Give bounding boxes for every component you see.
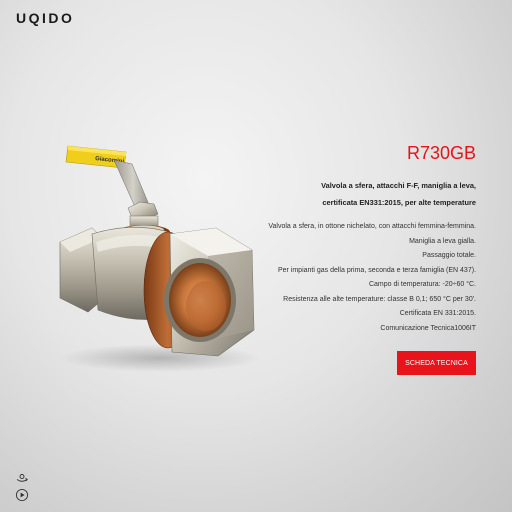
scheda-tecnica-button[interactable]: SCHEDA TECNICA — [397, 351, 476, 375]
product-subtitle: Valvola a sfera, attacchi F-F, maniglia … — [226, 177, 476, 211]
description-line: Certificata EN 331:2015. — [399, 310, 476, 317]
product-description: Valvola a sfera, in ottone nichelato, co… — [226, 220, 476, 336]
description-line: Valvola a sfera, in ottone nichelato, co… — [268, 223, 476, 230]
description-line: Per impianti gas della prima, seconda e … — [277, 266, 476, 274]
subtitle-line: Valvola a sfera, attacchi F-F, maniglia … — [321, 181, 476, 190]
brand-logo[interactable]: UQIDO — [16, 10, 74, 26]
description-line: Resistenza alle alte temperature: classe… — [283, 295, 476, 303]
product-code: R730GB — [406, 143, 476, 163]
play-button[interactable] — [14, 487, 30, 503]
description-line: Campo di temperatura: -20÷60 °C. — [368, 281, 476, 288]
play-icon — [15, 488, 29, 502]
description-line: Passaggio totale. — [422, 252, 476, 259]
description-line: Maniglia a leva gialla. — [409, 237, 476, 245]
subtitle-line: certificata EN331:2015, per alte tempera… — [322, 198, 476, 207]
rotate-360-icon — [16, 474, 28, 482]
description-line: Comunicazione Tecnica1006IT — [380, 324, 476, 332]
rotate-360-button[interactable] — [14, 470, 30, 486]
product-info-panel: R730GB Valvola a sfera, attacchi F-F, ma… — [226, 142, 476, 336]
